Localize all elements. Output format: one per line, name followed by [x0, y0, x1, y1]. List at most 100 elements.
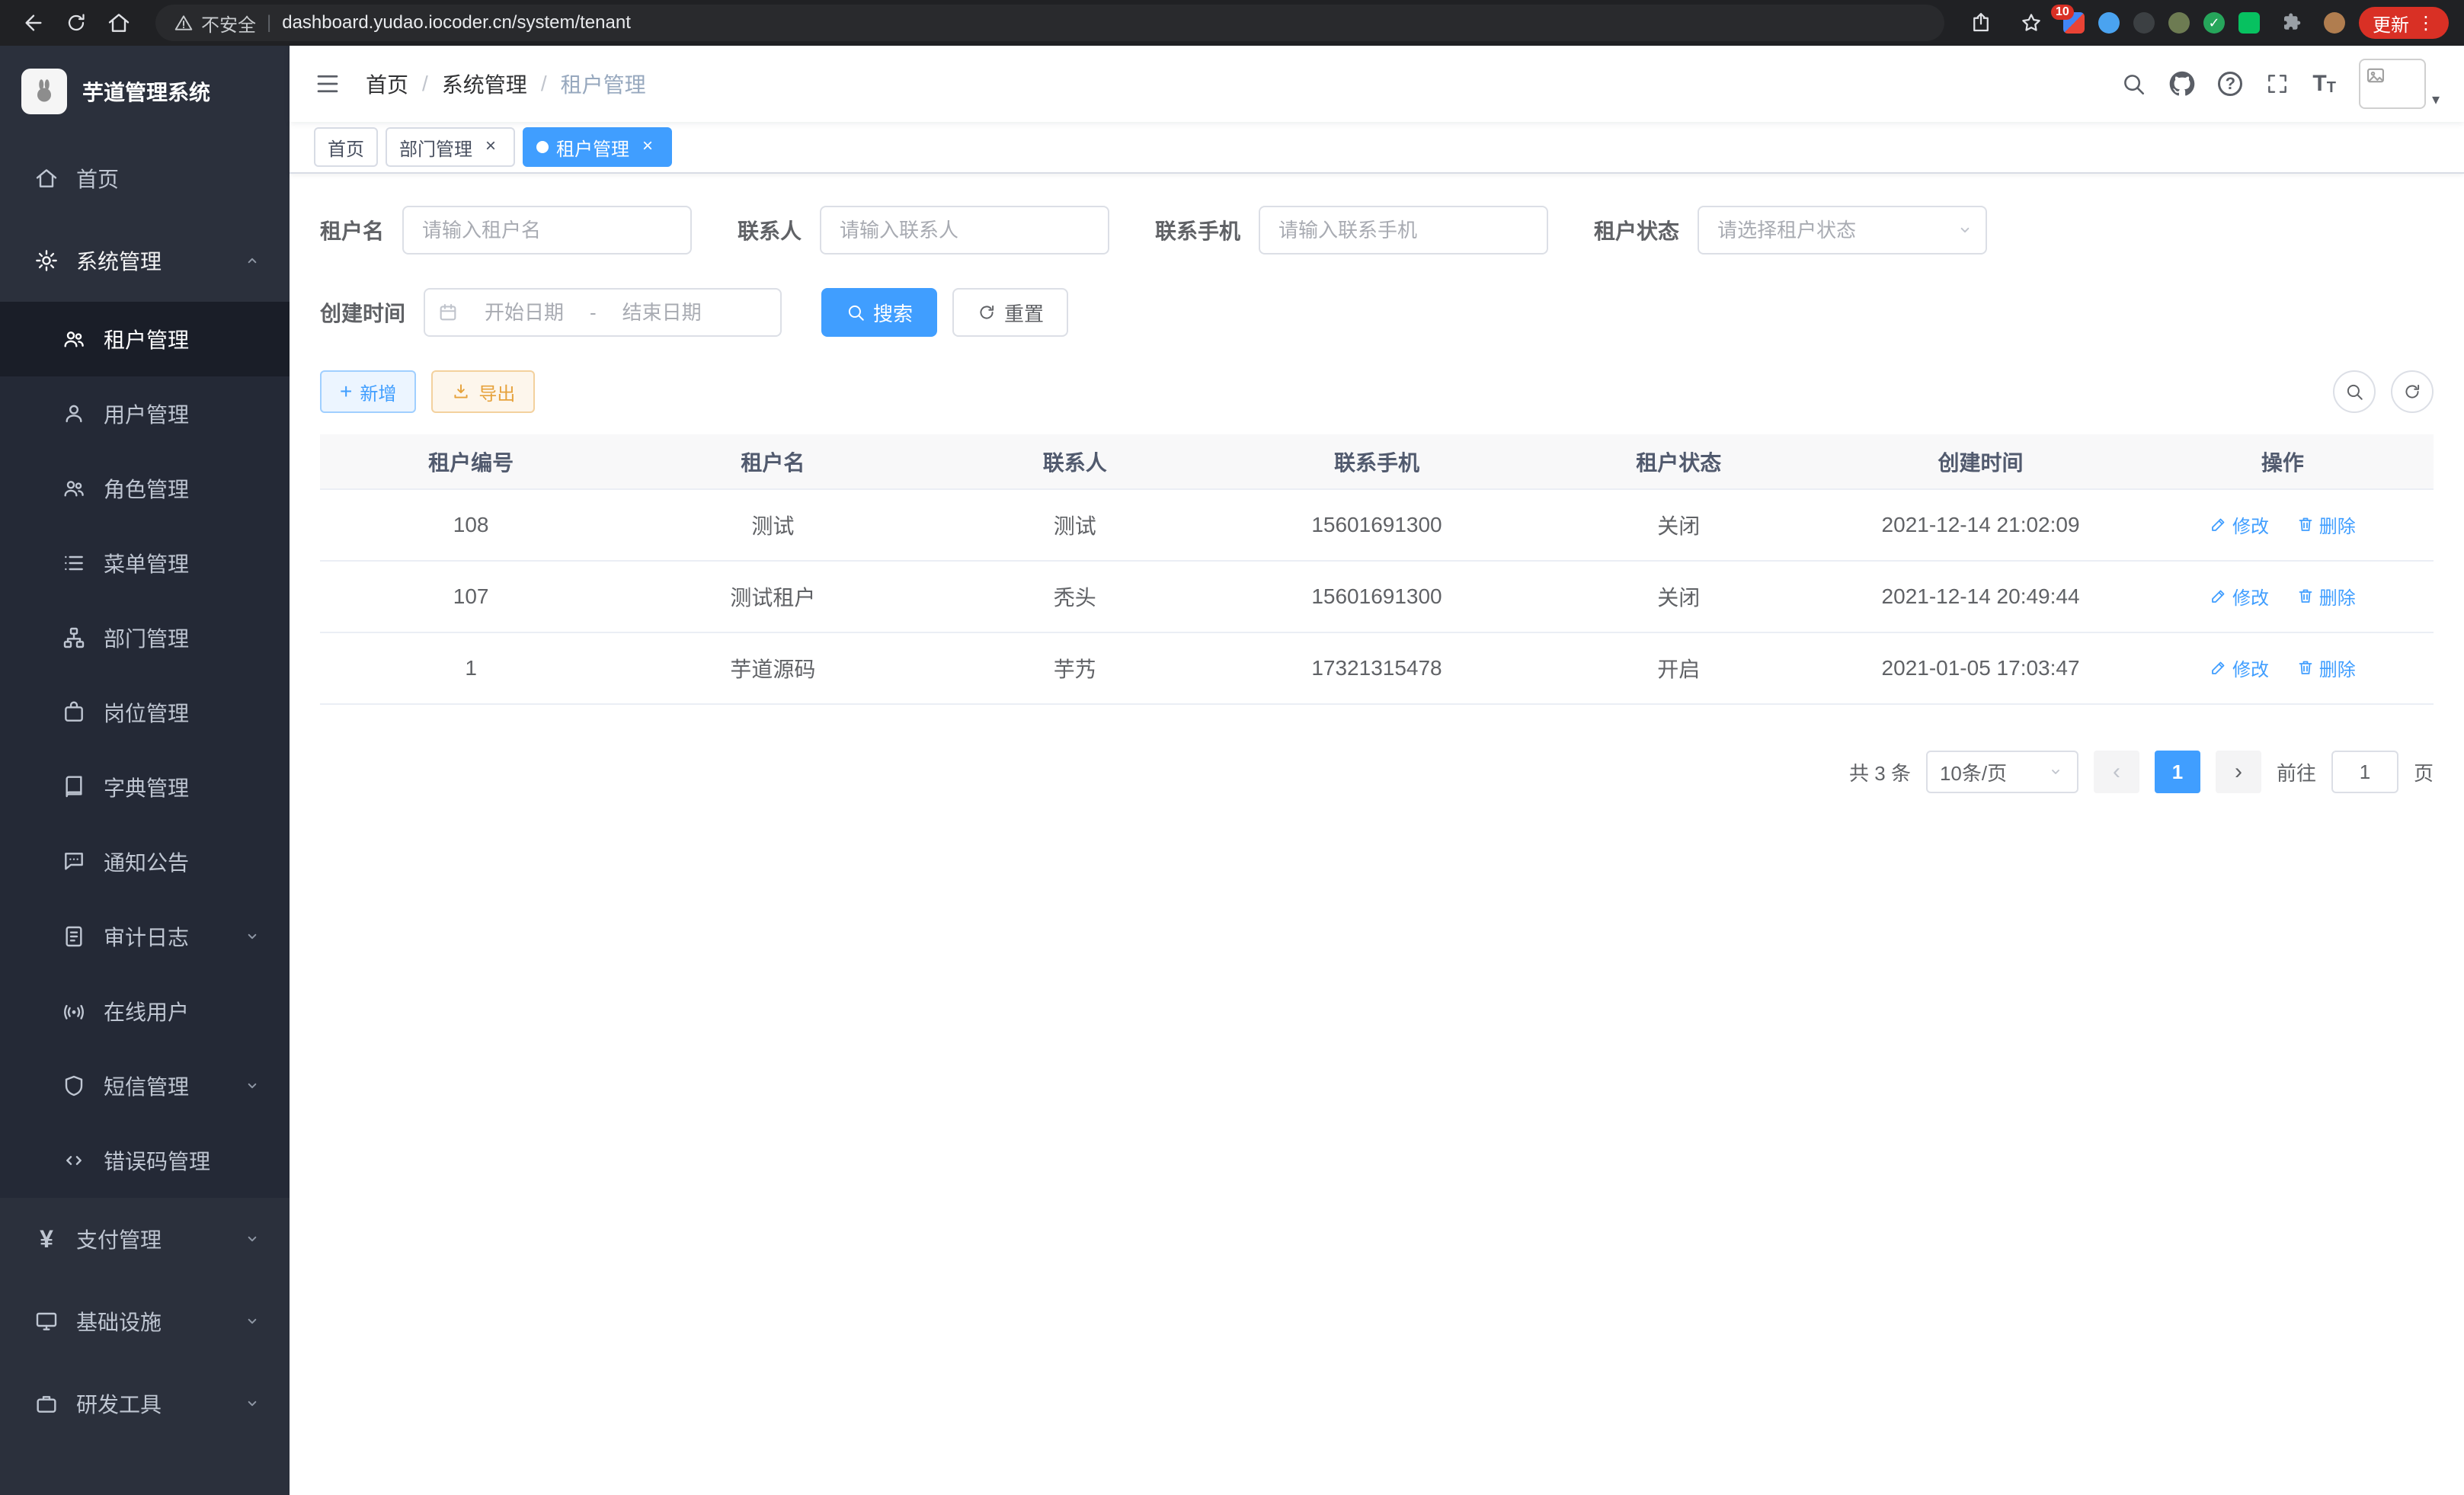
search-button[interactable]: 搜索 — [821, 288, 937, 337]
date-range-picker[interactable]: - — [424, 288, 782, 337]
sidebar-item-error-code[interactable]: 错误码管理 — [0, 1123, 290, 1198]
goto-page-input[interactable] — [2331, 751, 2398, 793]
home-icon — [34, 166, 59, 190]
sidebar-item-infra[interactable]: 基础设施 — [0, 1280, 290, 1362]
user-avatar[interactable]: ▾ — [2359, 59, 2440, 109]
plus-icon: + — [340, 381, 352, 402]
page-size-select[interactable]: 10条/页 — [1926, 751, 2078, 793]
app-logo[interactable]: 芋道管理系统 — [0, 46, 290, 137]
browser-home-button[interactable] — [101, 5, 137, 41]
tab-tenant[interactable]: 租户管理 × — [523, 127, 672, 167]
browser-update-button[interactable]: 更新 ⋮ — [2359, 7, 2449, 39]
chevron-down-icon — [242, 1076, 262, 1096]
sidebar-item-label: 通知公告 — [104, 847, 189, 877]
sidebar-toggle-icon[interactable] — [314, 70, 341, 98]
sidebar-item-online-user[interactable]: 在线用户 — [0, 974, 290, 1048]
extension-icon[interactable] — [2203, 12, 2225, 34]
profile-avatar[interactable] — [2324, 12, 2345, 34]
breadcrumb-item[interactable]: 系统管理 — [442, 69, 527, 99]
extension-icon[interactable] — [2168, 12, 2190, 34]
sidebar-item-devtool[interactable]: 研发工具 — [0, 1362, 290, 1445]
edit-icon — [2210, 515, 2228, 533]
extension-icon[interactable] — [2238, 12, 2260, 34]
app-root: 不安全 | dashboard.yudao.iocoder.cn/system/… — [0, 0, 2464, 1495]
error-code-icon — [61, 1148, 87, 1173]
font-size-icon[interactable]: TT — [2312, 72, 2336, 95]
sidebar-item-post[interactable]: 岗位管理 — [0, 675, 290, 750]
mobile-input[interactable] — [1259, 206, 1548, 255]
sidebar-item-system[interactable]: 系统管理 — [0, 219, 290, 302]
sidebar-item-sms[interactable]: 短信管理 — [0, 1048, 290, 1123]
delete-button[interactable]: 删除 — [2296, 583, 2356, 610]
page-number-button[interactable]: 1 — [2155, 751, 2200, 793]
add-button[interactable]: + 新增 — [320, 370, 416, 413]
browser-reload-button[interactable] — [58, 5, 94, 41]
sidebar-item-user[interactable]: 用户管理 — [0, 376, 290, 451]
sidebar-item-menu[interactable]: 菜单管理 — [0, 526, 290, 600]
column-header: 联系人 — [924, 434, 1226, 489]
close-icon[interactable]: × — [480, 136, 501, 158]
status-label: 租户状态 — [1594, 215, 1679, 245]
chevron-left-icon: ‹ — [2113, 759, 2120, 785]
cell-contact: 秃头 — [924, 561, 1226, 632]
share-icon[interactable] — [1963, 5, 1999, 41]
sidebar-item-label: 审计日志 — [104, 921, 189, 952]
sidebar-item-tenant[interactable]: 租户管理 — [0, 302, 290, 376]
delete-label: 删除 — [2319, 511, 2356, 538]
chevron-right-icon: › — [2235, 759, 2242, 785]
delete-button[interactable]: 删除 — [2296, 511, 2356, 538]
toggle-search-button[interactable] — [2333, 370, 2376, 413]
logo-image — [21, 69, 67, 114]
edit-label: 修改 — [2232, 655, 2269, 681]
table-row: 1 芋道源码 芋艿 17321315478 开启 2021-01-05 17:0… — [320, 632, 2434, 704]
sidebar-item-dept[interactable]: 部门管理 — [0, 600, 290, 675]
sidebar-item-label: 首页 — [76, 163, 119, 194]
tenant-name-input[interactable] — [402, 206, 692, 255]
sidebar-item-pay[interactable]: ¥ 支付管理 — [0, 1198, 290, 1280]
refresh-table-button[interactable] — [2391, 370, 2434, 413]
date-start-input[interactable] — [465, 301, 584, 325]
omnibox-divider: | — [267, 12, 271, 34]
contact-input[interactable] — [820, 206, 1109, 255]
export-button[interactable]: 导出 — [431, 370, 535, 413]
sidebar-item-role[interactable]: 角色管理 — [0, 451, 290, 526]
reset-button[interactable]: 重置 — [952, 288, 1068, 337]
column-header: 操作 — [2132, 434, 2434, 489]
table-toolbar: + 新增 导出 — [320, 370, 2434, 413]
prev-page-button[interactable]: ‹ — [2094, 751, 2139, 793]
fullscreen-icon[interactable] — [2265, 72, 2290, 96]
sidebar-item-audit-log[interactable]: 审计日志 — [0, 899, 290, 974]
sidebar-item-dict[interactable]: 字典管理 — [0, 750, 290, 824]
dept-tree-icon — [61, 626, 87, 650]
delete-button[interactable]: 删除 — [2296, 655, 2356, 681]
next-page-button[interactable]: › — [2216, 751, 2261, 793]
extension-icon[interactable] — [2133, 12, 2155, 34]
sidebar-item-notice[interactable]: 通知公告 — [0, 824, 290, 899]
header-search-icon[interactable] — [2120, 71, 2146, 97]
chevron-down-icon — [2046, 763, 2065, 781]
edit-button[interactable]: 修改 — [2210, 583, 2269, 610]
sidebar-item-home[interactable]: 首页 — [0, 137, 290, 219]
help-icon[interactable]: ? — [2218, 72, 2242, 96]
tab-home[interactable]: 首页 — [314, 127, 378, 167]
github-icon[interactable] — [2169, 71, 2195, 97]
extension-icon[interactable] — [2098, 12, 2120, 34]
date-end-input[interactable] — [603, 301, 722, 325]
browser-back-button[interactable] — [15, 5, 52, 41]
edit-button[interactable]: 修改 — [2210, 511, 2269, 538]
bookmark-star-icon[interactable] — [2013, 5, 2050, 41]
extension-icon[interactable]: 10 — [2063, 12, 2085, 34]
breadcrumb-item[interactable]: 首页 — [366, 69, 408, 99]
menu-list-icon — [61, 551, 87, 575]
edit-button[interactable]: 修改 — [2210, 655, 2269, 681]
tenant-table: 租户编号 租户名 联系人 联系手机 租户状态 创建时间 操作 108 测试 — [320, 434, 2434, 705]
security-indicator[interactable]: 不安全 — [174, 10, 256, 37]
extensions-puzzle-icon[interactable] — [2274, 5, 2310, 41]
tenant-status-select[interactable] — [1698, 206, 1987, 255]
close-icon[interactable]: × — [637, 136, 658, 158]
tab-dept[interactable]: 部门管理 × — [386, 127, 515, 167]
cell-actions: 修改 删除 — [2132, 561, 2434, 632]
tenant-status-select-input[interactable] — [1698, 206, 1987, 255]
delete-label: 删除 — [2319, 655, 2356, 681]
address-bar[interactable]: 不安全 | dashboard.yudao.iocoder.cn/system/… — [155, 5, 1944, 41]
